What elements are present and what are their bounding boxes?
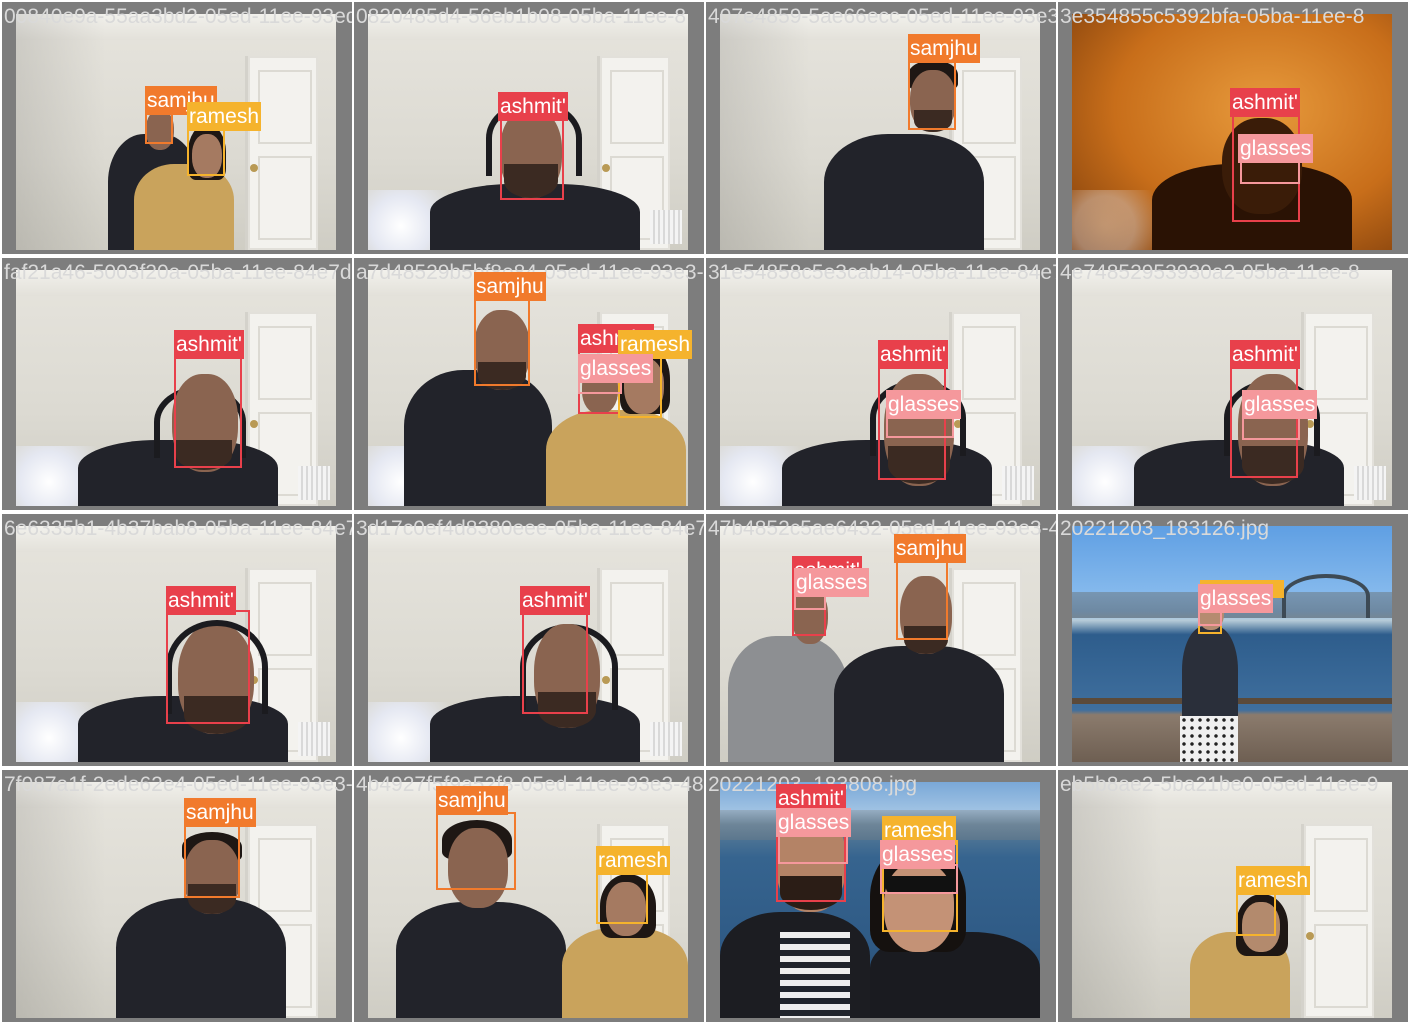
photo xyxy=(1072,526,1392,762)
label-ashmit: ashmit' xyxy=(498,92,568,121)
bbox-ramesh xyxy=(187,126,225,176)
bbox-samjhu xyxy=(908,60,956,130)
filename-label: 407e4859-5ae66ecc-05ed-11ee-93e3-4855c5e… xyxy=(708,5,1056,28)
filename-label: 20221203_183126.jpg xyxy=(1060,517,1270,540)
label-glasses: glasses xyxy=(794,568,870,597)
image-tile[interactable]: 0820485d4-56eb1b08-05ba-11ee-8 ashmit' xyxy=(354,2,704,254)
photo xyxy=(720,782,1040,1018)
bbox-glasses xyxy=(778,834,848,864)
label-ramesh: ramesh xyxy=(187,102,262,131)
label-samjhu: samjhu xyxy=(908,34,980,63)
label-samjhu: samjhu xyxy=(474,272,546,301)
bbox-samjhu xyxy=(474,298,530,386)
label-ashmit: ashmit' xyxy=(1230,340,1300,369)
filename-label: faf21a46-5003f20a-05ba-11ee-84e7d48529b5… xyxy=(4,261,352,284)
filename-label: eb5b8ae2-5ba21be0-05ed-11ee-9 xyxy=(1060,773,1379,796)
bbox-ashmit xyxy=(522,610,588,714)
photo xyxy=(16,782,336,1018)
label-samjhu: samjhu xyxy=(894,534,966,563)
filename-label: 31e54858c5e3cab14-05ba-11ee-84e7d48529b5 xyxy=(708,261,1056,284)
image-tile[interactable]: faf21a46-5003f20a-05ba-11ee-84e7d48529b5… xyxy=(2,258,352,510)
label-glasses: glasses xyxy=(1242,390,1318,419)
filename-label: 4b4927f5f9a52f8-05ed-11ee-93e3-4855c5e3 xyxy=(356,773,704,796)
filename-label: 7f087a1f-2ede62e4-05ed-11ee-93e3-4855c5e… xyxy=(4,773,352,796)
image-tile[interactable]: 20221203_183808.jpg ashmit' glasses rame… xyxy=(706,770,1056,1022)
filename-label: 3e354855c5392bfa-05ba-11ee-8 xyxy=(1060,5,1365,28)
bbox-ashmit xyxy=(174,356,242,468)
label-glasses: glasses xyxy=(578,354,654,383)
filename-label: 0820485d4-56eb1b08-05ba-11ee-8 xyxy=(356,5,687,28)
bbox-ramesh xyxy=(1236,890,1276,936)
bbox-samjhu xyxy=(896,560,948,640)
image-tile[interactable]: 00840e9a-55aa3bd2-05ed-11ee-93ed-0d6b1db… xyxy=(2,2,352,254)
label-ramesh: ramesh xyxy=(1236,866,1311,895)
image-tile[interactable]: 47b4852c5ae6432-05ed-11ee-93e3-4855c5e3 … xyxy=(706,514,1056,766)
filename-label: 4e74852953930a2-05ba-11ee-8 xyxy=(1060,261,1360,284)
label-glasses: glasses xyxy=(880,840,956,869)
image-tile[interactable]: 407e4859-5ae66ecc-05ed-11ee-93e3-4855c5e… xyxy=(706,2,1056,254)
filename-label: 47b4852c5ae6432-05ed-11ee-93e3-4855c5e3 xyxy=(708,517,1056,540)
image-tile[interactable]: 20221203_183126.jpg ramesh glasses xyxy=(1058,514,1408,766)
bbox-glasses xyxy=(1242,416,1300,440)
label-ashmit: ashmit' xyxy=(520,586,590,615)
bbox-samjhu xyxy=(436,812,516,890)
photo xyxy=(720,14,1040,250)
filename-label: 6e6335b1-4b37bab8-05ba-11ee-84e7d48529b5 xyxy=(4,517,352,540)
bbox-samjhu xyxy=(184,824,240,898)
label-ashmit: ashmit' xyxy=(174,330,244,359)
label-ashmit: ashmit' xyxy=(1230,88,1300,117)
image-tile[interactable]: 3e354855c5392bfa-05ba-11ee-8 ashmit' gla… xyxy=(1058,2,1408,254)
label-ashmit: ashmit' xyxy=(878,340,948,369)
label-glasses: glasses xyxy=(776,808,852,837)
bbox-ashmit xyxy=(500,118,564,200)
photo xyxy=(720,526,1040,762)
photo xyxy=(16,14,336,250)
image-tile[interactable]: eb5b8ae2-5ba21be0-05ed-11ee-9 ramesh xyxy=(1058,770,1408,1022)
image-tile[interactable]: 31e54858c5e3cab14-05ba-11ee-84e7d48529b5… xyxy=(706,258,1056,510)
filename-label: 3d17c0ef4d8380eee-05ba-11ee-84e7d48529b5 xyxy=(356,517,704,540)
label-ashmit: ashmit' xyxy=(166,586,236,615)
label-samjhu: samjhu xyxy=(184,798,256,827)
image-tile[interactable]: 3d17c0ef4d8380eee-05ba-11ee-84e7d48529b5… xyxy=(354,514,704,766)
bbox-ashmit xyxy=(166,610,250,724)
label-samjhu: samjhu xyxy=(436,786,508,815)
image-tile[interactable]: a7d48529b5bf8e84-05ed-11ee-93e3-4855c5e … xyxy=(354,258,704,510)
image-tile[interactable]: 7f087a1f-2ede62e4-05ed-11ee-93e3-4855c5e… xyxy=(2,770,352,1022)
filename-label: 00840e9a-55aa3bd2-05ed-11ee-93ed-0d6b1db… xyxy=(4,5,352,28)
label-glasses: glasses xyxy=(886,390,962,419)
bbox-samjhu xyxy=(145,112,173,144)
label-glasses: glasses xyxy=(1238,134,1314,163)
image-tile[interactable]: 4e74852953930a2-05ba-11ee-8 ashmit' glas… xyxy=(1058,258,1408,510)
image-tile[interactable]: 4b4927f5f9a52f8-05ed-11ee-93e3-4855c5e3 … xyxy=(354,770,704,1022)
image-tile[interactable]: 6e6335b1-4b37bab8-05ba-11ee-84e7d48529b5… xyxy=(2,514,352,766)
photo xyxy=(1072,782,1392,1018)
label-glasses: glasses xyxy=(1198,584,1274,613)
label-ramesh: ramesh xyxy=(596,846,671,875)
